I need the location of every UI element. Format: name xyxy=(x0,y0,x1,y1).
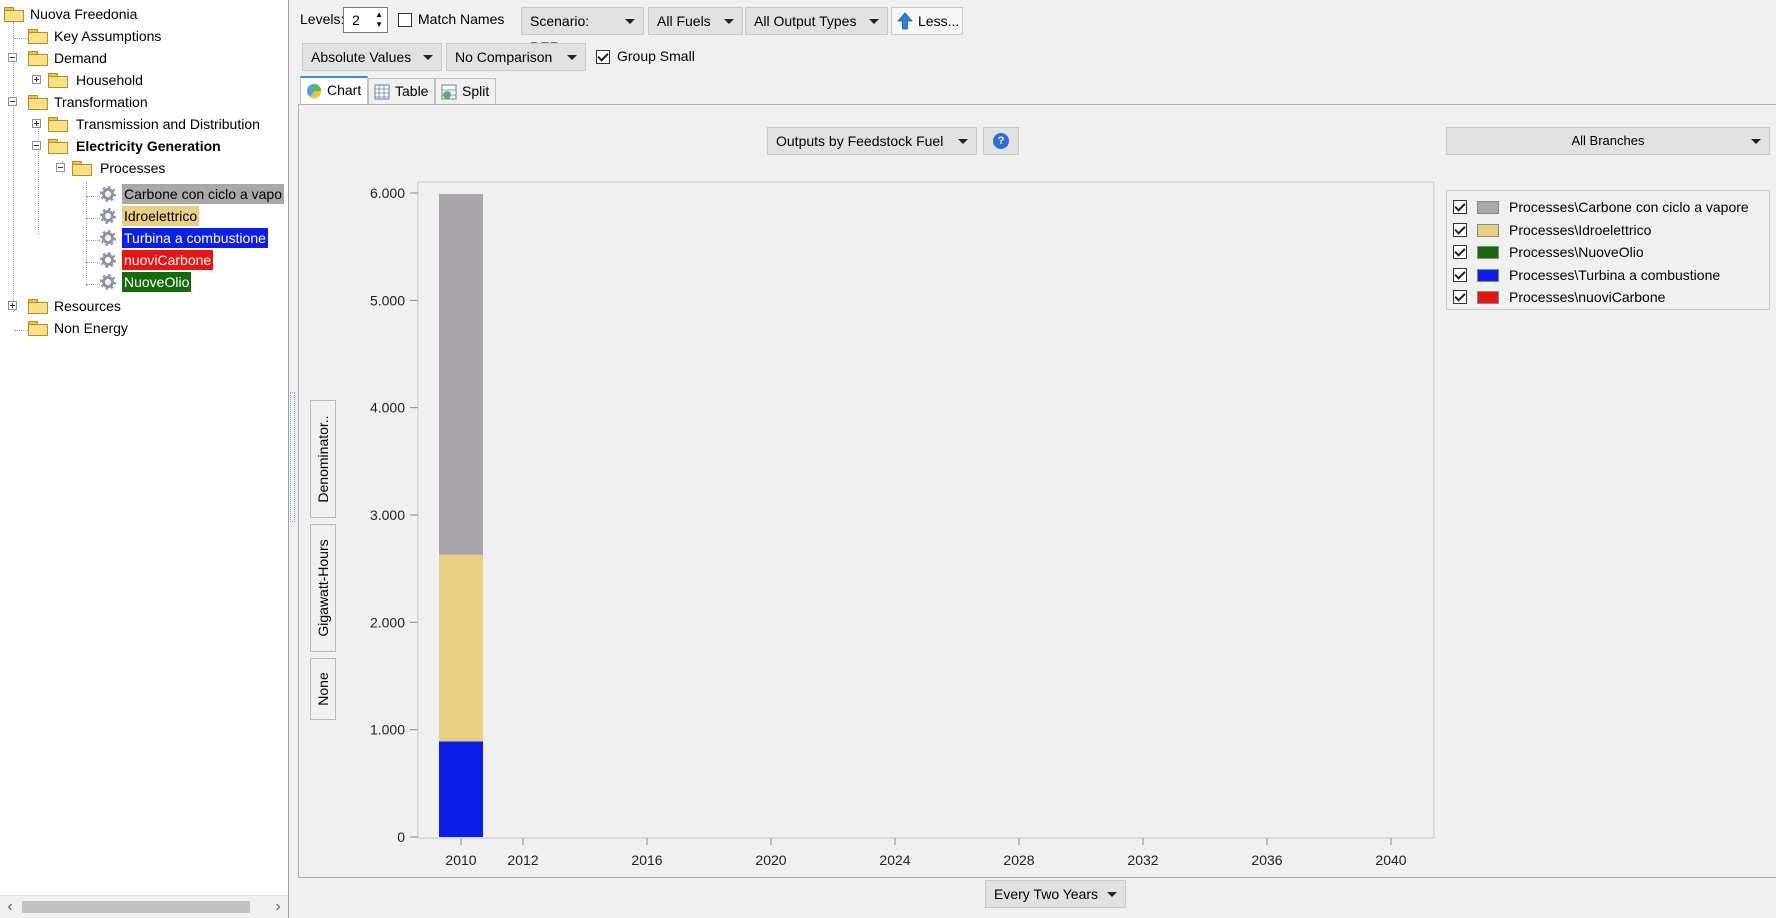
plot-area xyxy=(417,181,1435,839)
scroll-right-icon[interactable]: › xyxy=(270,898,286,916)
legend-swatch xyxy=(1477,223,1499,237)
legend-swatch xyxy=(1477,201,1499,214)
bar-segment xyxy=(439,554,483,742)
chevron-down-icon xyxy=(1751,139,1761,144)
chevron-down-icon xyxy=(1107,892,1117,897)
legend-label: Processes\Idroelettrico xyxy=(1509,221,1652,238)
stacked-bar-chart: 0 1.000 2.000 3.000 4.000 5.000 6.000 2010 2012… xyxy=(370,181,1435,868)
y-tick-label: 5.000 xyxy=(370,292,405,308)
bar-segment xyxy=(439,741,483,837)
y-tick-label: 2.000 xyxy=(370,614,405,630)
x-tick-label: 2032 xyxy=(1127,852,1158,868)
y-tick-label: 1.000 xyxy=(370,722,405,738)
x-tick-label: 2028 xyxy=(1003,852,1034,868)
legend-label: Processes\NuoveOlio xyxy=(1509,244,1644,260)
legend-swatch xyxy=(1477,291,1499,304)
x-tick-label: 2010 xyxy=(445,852,476,868)
y-tick-label: 6.000 xyxy=(370,185,405,201)
legend-checkbox[interactable] xyxy=(1453,200,1467,214)
legend-swatch xyxy=(1477,246,1499,259)
bar-segment xyxy=(439,194,483,555)
chart-legend: Processes\Carbone con ciclo a vapore Proc… xyxy=(1446,190,1770,310)
branches-dropdown[interactable]: All Branches xyxy=(1446,127,1770,155)
x-tick-label: 2012 xyxy=(507,852,538,868)
tree-horizontal-scrollbar[interactable]: ‹ › xyxy=(0,895,288,918)
interval-label: Every Two Years xyxy=(994,886,1099,902)
y-tick-label: 3.000 xyxy=(370,507,405,523)
scroll-thumb[interactable] xyxy=(22,901,250,913)
legend-label: Processes\nuoviCarbone xyxy=(1509,289,1666,305)
legend-swatch xyxy=(1477,268,1499,282)
legend-checkbox[interactable] xyxy=(1453,245,1467,259)
interval-dropdown[interactable]: Every Two Years xyxy=(985,880,1126,908)
x-tick-label: 2024 xyxy=(879,852,910,868)
x-tick-label: 2016 xyxy=(631,852,662,868)
legend-label: Processes\Turbina a combustione xyxy=(1509,266,1721,283)
legend-checkbox[interactable] xyxy=(1453,267,1467,282)
y-tick-label: 0 xyxy=(397,829,405,845)
legend-checkbox[interactable] xyxy=(1453,222,1467,237)
branches-label: All Branches xyxy=(1571,133,1645,148)
x-tick-label: 2036 xyxy=(1251,852,1282,868)
legend-checkbox[interactable] xyxy=(1453,290,1467,304)
x-tick-label: 2020 xyxy=(755,852,786,868)
scroll-left-icon[interactable]: ‹ xyxy=(2,898,18,916)
x-tick-label: 2040 xyxy=(1375,852,1406,868)
legend-label: Processes\Carbone con ciclo a vapore xyxy=(1509,199,1749,215)
y-tick-label: 4.000 xyxy=(370,400,405,416)
